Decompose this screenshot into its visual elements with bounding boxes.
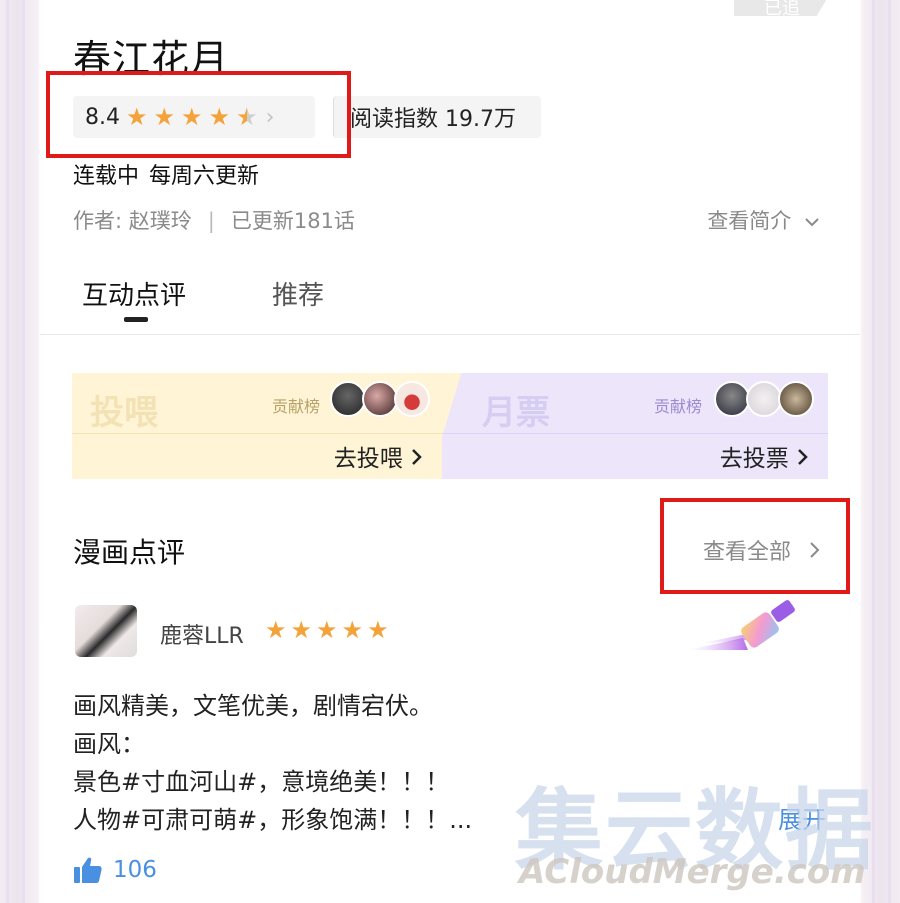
vote-panel[interactable]: 月票 贡献榜 去投票 [442,373,828,479]
rating-highlight-box [46,71,351,158]
feed-divider [72,433,462,434]
support-panel: 投喂 贡献榜 去投喂 月票 贡献榜 去投票 [72,373,828,479]
avatar [778,381,814,417]
review-line: 画风精美，文笔优美，剧情宕伏。 [73,692,433,720]
star-icon: ★ [290,616,313,644]
star-icon: ★ [316,616,338,644]
like-button[interactable]: 106 [73,856,157,884]
star-icon: ★ [341,616,364,644]
serial-status: 连载中 每周六更新 [73,158,259,190]
intro-link-label: 查看简介 [707,209,792,233]
read-index-pill: 阅读指数 19.7万 [333,96,541,138]
reviewer-name[interactable]: 鹿蓉LLR [160,618,244,650]
review-line: 景色#寸血河山#，意境绝美！！！ [73,768,450,796]
tab-recommend[interactable]: 推荐 [272,275,324,312]
watermark-en: ACloudMerge.com [519,852,866,892]
review-text: 画风精美，文笔优美，剧情宕伏。 画风： 景色#寸血河山#，意境绝美！！！ 人物#… [73,687,472,839]
avatar [394,381,430,417]
update-count: 已更新181话 [230,209,355,233]
schedule-text: 每周六更新 [149,164,260,189]
reviewer-avatar[interactable] [75,605,137,657]
status-text: 连载中 [73,164,140,189]
vote-rank-label: 贡献榜 [654,397,703,416]
vote-divider [442,433,828,434]
tab-bar: 互动点评 推荐 [82,275,324,322]
paintbrush-badge-icon [688,600,795,650]
author: 作者: 赵璞玲 [73,209,192,233]
review-stars: ★ ★ ★ ★ ★ [265,616,393,644]
watermark: 集云数据 ACloudMerge.com [515,760,890,892]
star-icon: ★ [265,616,287,644]
avatar [714,381,750,417]
feed-action-button[interactable]: 去投喂 [334,439,422,473]
feed-rank-label: 贡献榜 [272,397,321,416]
vote-title: 月票 [482,393,550,433]
feed-panel[interactable]: 投喂 贡献榜 去投喂 [72,373,462,479]
vote-action-label: 去投票 [719,446,789,472]
feed-title: 投喂 [90,393,158,433]
view-intro-link[interactable]: 查看简介 [707,205,820,235]
review-line: 人物#可肃可萌#，形象饱满！！！... [73,806,473,834]
avatar [746,381,782,417]
vote-top-avatars[interactable] [714,381,814,417]
avatar [362,381,398,417]
like-count: 106 [113,857,157,883]
comic-review-heading: 漫画点评 [73,536,186,569]
tab-interactive-review[interactable]: 互动点评 [82,275,186,322]
tabs-divider [40,334,860,335]
chevron-right-icon [412,449,422,465]
follow-tag[interactable]: 已追 [734,0,830,16]
meta-divider: | [207,209,215,233]
avatar [330,381,366,417]
vote-action-button[interactable]: 去投票 [720,439,808,473]
feed-top-avatars[interactable] [330,381,430,417]
comic-meta: 作者: 赵璞玲 | 已更新181话 [73,205,355,235]
chevron-right-icon [798,449,808,465]
review-line: 画风： [73,730,145,758]
chevron-down-icon [805,218,819,227]
see-all-highlight-box [660,498,850,594]
star-icon: ★ [367,616,389,644]
feed-action-label: 去投喂 [333,446,403,472]
thumbs-up-icon [74,857,102,883]
